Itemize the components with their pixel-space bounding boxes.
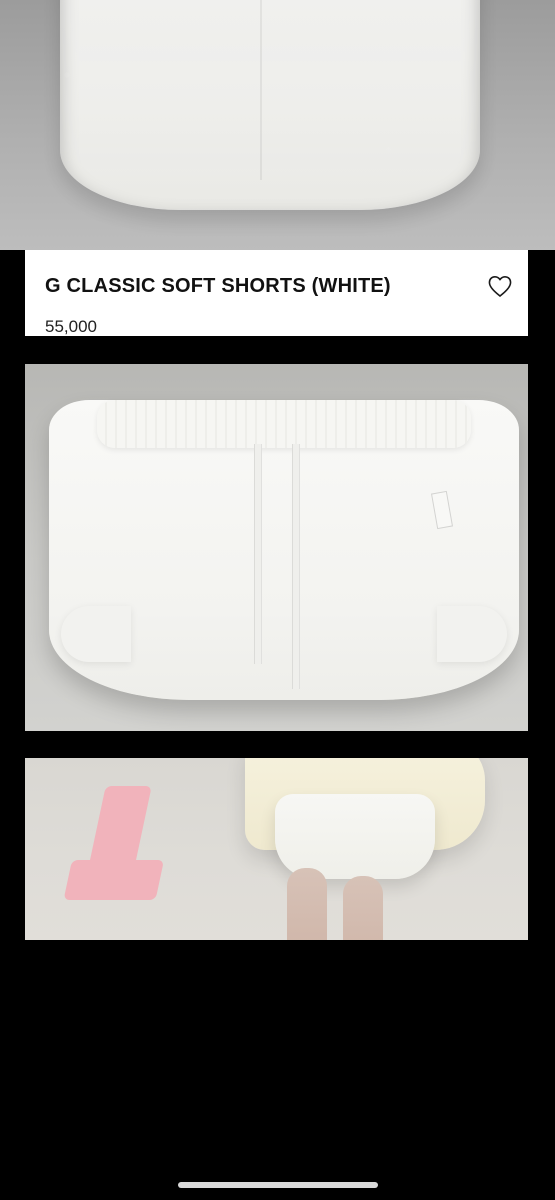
heart-icon[interactable] [487,274,513,298]
shorts-image-top [60,0,480,210]
product-info-card: G CLASSIC SOFT SHORTS (WHITE) 55,000 [25,250,528,336]
waistband [97,400,471,448]
home-indicator[interactable] [178,1182,378,1188]
model-leg-left [287,868,327,940]
product-photo-flatlay[interactable] [25,364,528,731]
model-leg-right [343,876,383,940]
drawstring-left [254,444,262,664]
brand-tag [430,490,454,530]
product-photo-model[interactable] [25,758,528,940]
model-figure [225,758,485,940]
drawstring-right [292,444,300,689]
product-price: 55,000 [45,317,97,336]
shorts-image [49,400,519,700]
shorts-seam [260,0,262,180]
model-shorts [275,794,435,879]
top-product-photo [0,0,555,250]
side-slit-right [437,606,507,662]
pink-l-horizontal [63,860,165,900]
side-slit-left [61,606,131,662]
pink-l-graphic [62,786,180,906]
product-title: G CLASSIC SOFT SHORTS (WHITE) [45,275,391,297]
